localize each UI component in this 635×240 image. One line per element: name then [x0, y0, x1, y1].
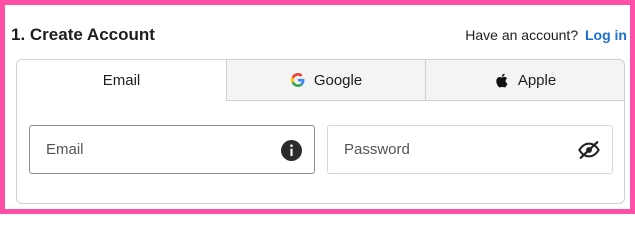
login-prompt: Have an account? Log in	[465, 27, 627, 43]
tab-google[interactable]: Google	[226, 60, 425, 101]
tab-google-label: Google	[313, 71, 363, 89]
password-input[interactable]	[328, 126, 612, 173]
signup-card: Email Google Apple Email	[16, 59, 625, 204]
google-icon	[290, 72, 306, 88]
password-field	[327, 125, 613, 174]
tab-apple-label: Apple	[517, 71, 557, 89]
page-title: 1. Create Account	[11, 25, 155, 44]
signup-method-tabs: Email Google Apple	[17, 60, 624, 101]
signup-header: 1. Create Account Have an account? Log i…	[11, 20, 627, 50]
have-account-text: Have an account?	[465, 27, 579, 43]
tab-email[interactable]: Email	[17, 60, 226, 101]
tab-apple[interactable]: Apple	[425, 60, 624, 101]
eye-slash-icon[interactable]	[578, 140, 600, 160]
email-field	[29, 125, 315, 174]
page-frame: 1. Create Account Have an account? Log i…	[0, 0, 635, 214]
login-link[interactable]: Log in	[585, 27, 627, 43]
apple-icon	[494, 72, 510, 88]
info-icon[interactable]	[280, 139, 302, 161]
tab-email-label: Email	[102, 71, 141, 89]
email-input[interactable]	[30, 126, 314, 173]
